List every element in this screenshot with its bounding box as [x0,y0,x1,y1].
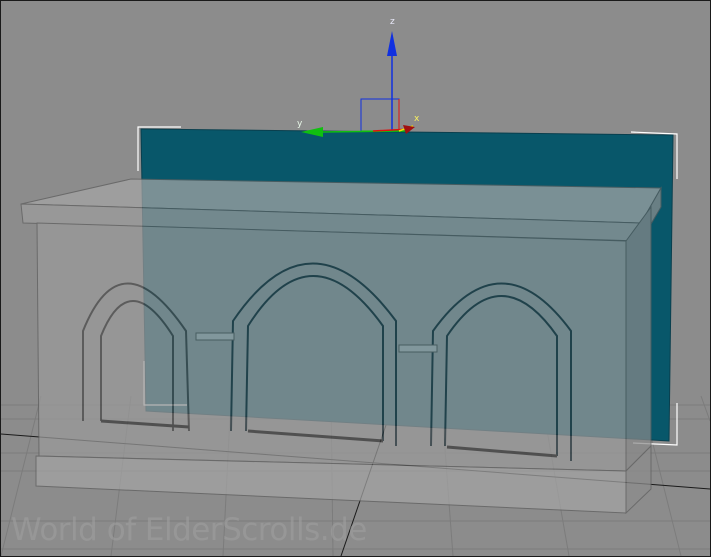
gizmo-z-label: z [390,17,395,27]
gizmo-y-axis[interactable] [318,130,407,133]
gizmo-plane-handle[interactable] [360,98,400,132]
gizmo-x-label: x [414,114,420,124]
gizmo-y-label: y [297,119,303,129]
viewport-scene[interactable] [1,1,710,556]
transform-gizmo[interactable] [301,31,415,137]
gizmo-z-arrow-icon[interactable] [387,31,397,56]
perspective-viewport[interactable]: z y x World of ElderScrolls.de [0,0,711,557]
arcade-wall-model[interactable] [20,178,662,515]
watermark-text: World of ElderScrolls.de [11,512,367,548]
